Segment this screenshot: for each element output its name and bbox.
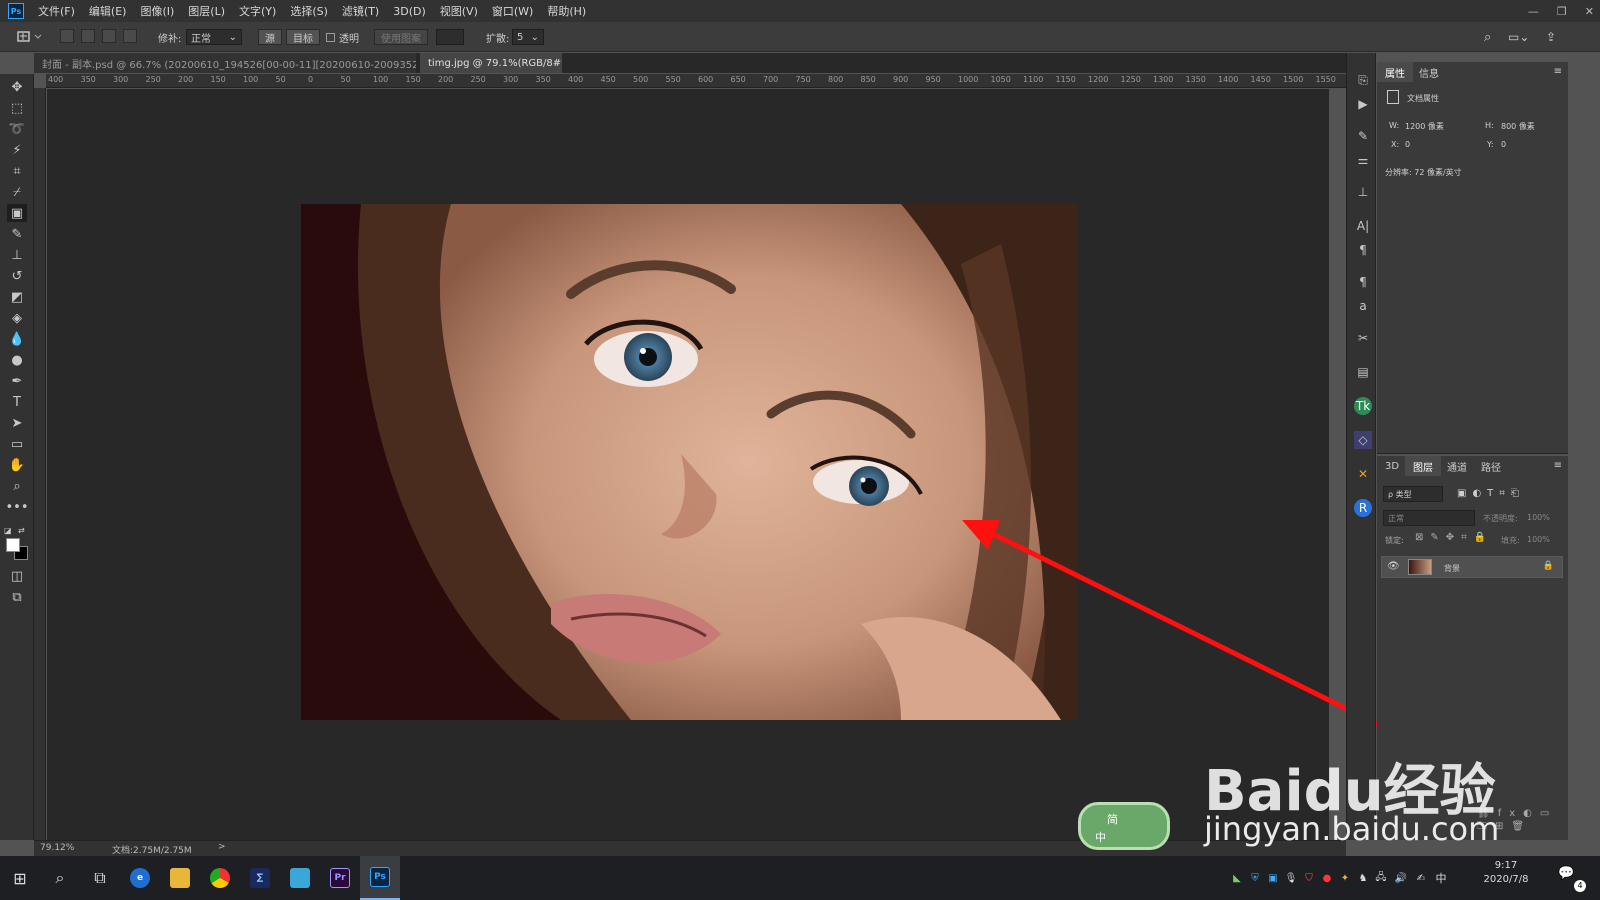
fill-label: 填充: <box>1501 536 1520 545</box>
character-panel-icon[interactable]: A| <box>1354 217 1372 235</box>
zoom-level[interactable]: 79.12% <box>40 843 74 853</box>
volume-icon[interactable]: 🔊 <box>1394 871 1408 885</box>
r-plugin-icon[interactable]: R <box>1354 499 1372 517</box>
h-label: H: <box>1485 121 1494 130</box>
microphone-tray-icon[interactable]: 🎙 <box>1284 871 1298 885</box>
plugin-tray-icon[interactable]: ✦ <box>1338 871 1352 885</box>
tab-channels[interactable]: 通道 <box>1439 456 1475 476</box>
tab-3d[interactable]: 3D <box>1377 456 1407 476</box>
h-value[interactable]: 800 像素 <box>1501 121 1535 132</box>
glyphs-icon[interactable]: a <box>1354 297 1372 315</box>
paragraph-panel-icon[interactable]: ¶ <box>1354 241 1372 259</box>
premiere-icon[interactable]: Pr <box>320 856 360 900</box>
lock-icon: 🔒 <box>1542 561 1554 571</box>
security-tray-icon[interactable]: ⛉ <box>1302 871 1316 885</box>
paragraph-styles-icon[interactable]: ¶ <box>1354 273 1372 291</box>
document-properties-title: 文档属性 <box>1407 94 1439 103</box>
cross-tool-icon[interactable]: ✕ <box>1354 465 1372 483</box>
fill-value[interactable]: 100% <box>1527 535 1550 544</box>
layer-filter-icons[interactable]: ▣◐T⌗⎗ <box>1457 488 1525 499</box>
pen-tray-icon[interactable]: ✍ <box>1414 871 1428 885</box>
y-label: Y: <box>1487 140 1494 149</box>
panel-dock: ⎘ ▶ ✎ ⚌ ⊥ A| ¶ ¶ a ✂ ▤ Tk ◇ ✕ R <box>1346 53 1376 840</box>
x-label: X: <box>1391 140 1400 149</box>
tab-layers[interactable]: 图层 <box>1405 456 1441 476</box>
user-tray-icon[interactable]: ♞ <box>1356 871 1370 885</box>
search-icon[interactable]: ⌕ <box>40 856 80 900</box>
tab-paths[interactable]: 路径 <box>1473 456 1509 476</box>
history-panel-icon[interactable]: ⎘ <box>1354 71 1372 89</box>
shield-tray-icon[interactable]: ⛨ <box>1248 871 1262 885</box>
properties-panel: 属性 信息 ≡ 文档属性 W: 1200 像素 H: 800 像素 X: 0 Y… <box>1377 62 1568 454</box>
mathtype-icon[interactable]: ∑ <box>240 856 280 900</box>
clock[interactable]: 9:17 2020/7/8 <box>1470 860 1542 885</box>
blend-mode-select[interactable]: 正常 <box>1383 510 1475 526</box>
eye-icon[interactable]: 👁 <box>1387 561 1400 572</box>
adjustments-icon[interactable]: ⚌ <box>1354 151 1372 169</box>
opacity-label: 不透明度: <box>1483 514 1518 523</box>
panel-menu-icon[interactable]: ≡ <box>1554 66 1562 77</box>
ime-indicator[interactable]: 中 <box>1434 871 1448 885</box>
layer-row-background[interactable]: 👁 背景 🔒 <box>1381 556 1563 578</box>
layer-thumbnail <box>1408 559 1432 575</box>
opacity-value[interactable]: 100% <box>1527 513 1550 522</box>
nvidia-tray-icon[interactable]: ◣ <box>1230 871 1244 885</box>
plugin-icon[interactable]: ◇ <box>1354 431 1372 449</box>
panel-menu-icon[interactable]: ≡ <box>1554 460 1562 471</box>
status-menu-arrow-icon[interactable]: > <box>218 842 226 852</box>
brush-settings-icon[interactable]: ✎ <box>1354 127 1372 145</box>
tab-properties[interactable]: 属性 <box>1377 62 1413 82</box>
w-label: W: <box>1389 121 1400 130</box>
lock-label: 锁定: <box>1385 536 1404 545</box>
photoshop-taskbar-icon[interactable]: Ps <box>360 856 400 900</box>
document-size: 文档:2.75M/2.75M <box>112 846 192 856</box>
x-value[interactable]: 0 <box>1405 140 1410 149</box>
tk-plugin-icon[interactable]: Tk <box>1354 397 1372 415</box>
file-explorer-icon[interactable] <box>160 856 200 900</box>
clone-source-icon[interactable]: ⊥ <box>1354 183 1372 201</box>
layers-panel: 3D 图层 通道 路径 ≡ ρ 类型 ▣◐T⌗⎗ 正常 不透明度: 100% 锁… <box>1377 456 1568 840</box>
document-icon <box>1387 90 1399 104</box>
layer-bottom-actions[interactable]: ⛓fx◐▭🗀⊞🗑 <box>1477 808 1568 836</box>
windows-taskbar: ⊞ ⌕ ⧉ e ∑ Pr Ps ◣ ⛨ ▣ 🎙 ⛉ ● ✦ ♞ 🖧 🔊 ✍ 中 … <box>0 856 1600 900</box>
app-icon[interactable] <box>280 856 320 900</box>
actions-panel-icon[interactable]: ▶ <box>1354 95 1372 113</box>
status-bar: 79.12% 文档:2.75M/2.75M > <box>34 840 1346 856</box>
record-tray-icon[interactable]: ● <box>1320 871 1334 885</box>
notes-icon[interactable]: ▤ <box>1354 363 1372 381</box>
resolution-text: 分辨率: 72 像素/英寸 <box>1385 168 1462 177</box>
edge-browser-icon[interactable]: e <box>120 856 160 900</box>
notification-count-badge: 4 <box>1574 880 1586 892</box>
tools-scissors-icon[interactable]: ✂ <box>1354 329 1372 347</box>
clock-date: 2020/7/8 <box>1483 874 1529 885</box>
windows-start-icon[interactable]: ⊞ <box>0 856 40 900</box>
tab-info[interactable]: 信息 <box>1411 62 1447 82</box>
app-tray-icon[interactable]: ▣ <box>1266 871 1280 885</box>
clock-time: 9:17 <box>1494 860 1518 871</box>
network-icon[interactable]: 🖧 <box>1374 871 1388 885</box>
w-value[interactable]: 1200 像素 <box>1405 121 1444 132</box>
chrome-icon[interactable] <box>200 856 240 900</box>
layer-name[interactable]: 背景 <box>1444 563 1460 574</box>
y-value[interactable]: 0 <box>1501 140 1506 149</box>
task-view-icon[interactable]: ⧉ <box>80 856 120 900</box>
layer-filter-select[interactable]: ρ 类型 <box>1383 486 1443 502</box>
lock-icons[interactable]: ⊠✎✥⌗🔒 <box>1415 532 1493 543</box>
